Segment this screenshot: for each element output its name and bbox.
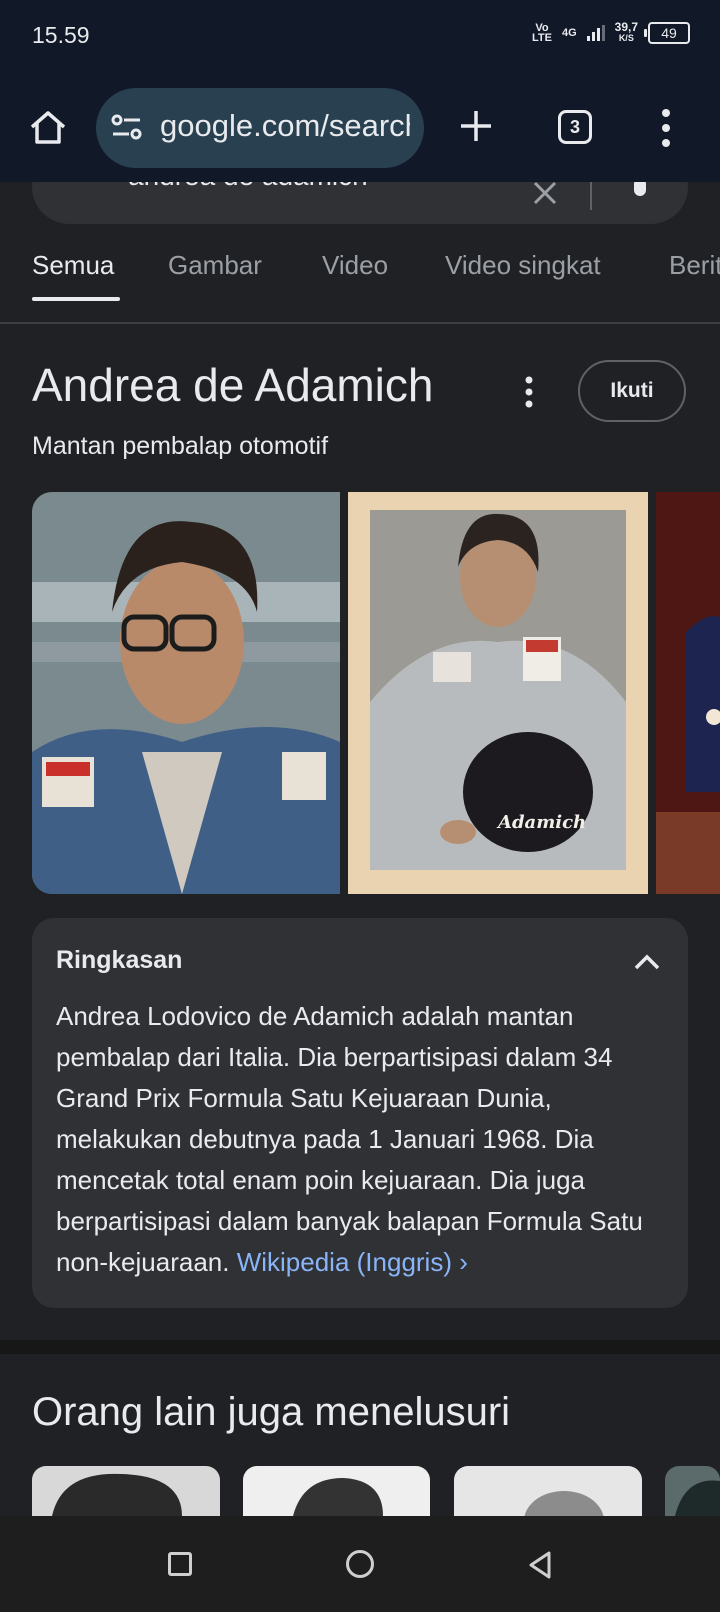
section-divider — [0, 1340, 720, 1354]
more-options-icon[interactable] — [660, 108, 672, 148]
status-time: 15.59 — [32, 22, 90, 48]
helmet-text: Adamich — [496, 812, 586, 833]
related-person-thumbnail[interactable] — [454, 1466, 642, 1516]
network-speed-unit: K/S — [618, 33, 634, 43]
wikipedia-link[interactable]: Wikipedia (Inggris) › — [237, 1247, 468, 1277]
wikipedia-link-label[interactable]: Wikipedia (Inggris) — [237, 1247, 452, 1277]
clear-icon[interactable] — [530, 178, 560, 208]
related-person-thumbnail[interactable] — [665, 1466, 720, 1516]
tab-all[interactable]: Semua — [32, 250, 114, 281]
network-speed: 39,7 K/S — [614, 20, 638, 44]
home-button[interactable] — [26, 105, 70, 149]
tabs-divider — [0, 322, 720, 324]
status-icons: Vo LTE 4G 39,7 K/S 49 — [531, 20, 690, 44]
kebab-menu-icon[interactable] — [524, 374, 534, 410]
entity-photo-3[interactable] — [656, 492, 720, 894]
url-text[interactable]: google.com/search — [160, 108, 410, 144]
site-settings-icon[interactable] — [110, 112, 144, 142]
recents-icon[interactable] — [168, 1552, 192, 1576]
entity-photo-2[interactable]: Adamich — [348, 492, 648, 894]
battery-level: 49 — [661, 25, 677, 41]
related-person-thumbnail[interactable] — [243, 1466, 430, 1516]
section-heading: Orang lain juga menelusuri — [32, 1390, 511, 1434]
summary-body: Andrea Lodovico de Adamich adalah mantan… — [56, 1001, 643, 1277]
new-tab-button[interactable] — [458, 108, 494, 144]
search-divider — [590, 180, 592, 210]
tab-videos[interactable]: Video — [322, 250, 388, 281]
tab-images[interactable]: Gambar — [168, 250, 262, 281]
entity-photo-1[interactable] — [32, 492, 340, 894]
page-title: Andrea de Adamich — [32, 359, 434, 411]
back-icon[interactable] — [526, 1550, 554, 1580]
summary-text: Andrea Lodovico de Adamich adalah mantan… — [56, 996, 668, 1283]
chevron-up-icon[interactable] — [632, 950, 662, 974]
entity-subtitle: Mantan pembalap otomotif — [32, 432, 329, 460]
battery-icon: 49 — [644, 22, 690, 44]
tab-switcher-button[interactable]: 3 — [558, 110, 592, 144]
volte-indicator: Vo LTE — [531, 22, 552, 44]
related-person-thumbnail[interactable] — [32, 1466, 220, 1516]
home-circle-icon[interactable] — [346, 1550, 374, 1578]
network-type: 4G — [561, 26, 577, 39]
tab-news[interactable]: Berita — [669, 250, 720, 281]
follow-button[interactable]: Ikuti — [578, 360, 686, 422]
chevron-right-icon: › — [459, 1247, 468, 1277]
network-speed-value: 39,7 — [614, 20, 638, 34]
active-tab-indicator — [32, 297, 120, 301]
summary-heading: Ringkasan — [56, 946, 183, 974]
tab-short-videos[interactable]: Video singkat — [445, 250, 601, 281]
signal-icon — [586, 25, 605, 41]
